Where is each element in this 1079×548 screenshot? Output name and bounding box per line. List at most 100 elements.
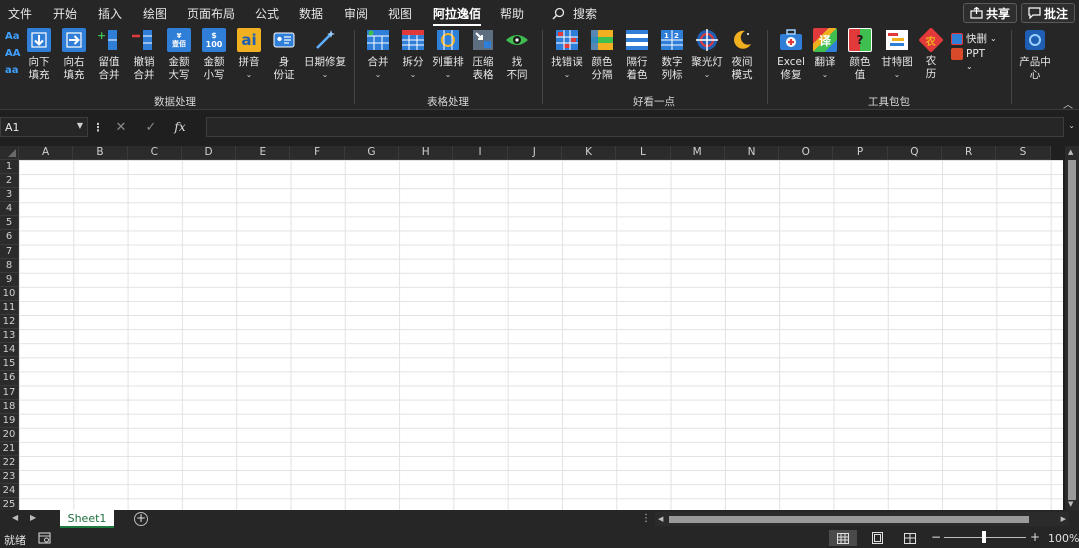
row-header-23[interactable]: 23 xyxy=(0,470,19,485)
fill-down-button[interactable]: 向下 填充 xyxy=(25,28,53,82)
vertical-scrollbar[interactable]: ▲ ▼ xyxy=(1065,146,1079,510)
column-header-a[interactable]: A xyxy=(19,146,74,160)
zoom-in-button[interactable]: + xyxy=(1030,530,1040,544)
row-header-8[interactable]: 8 xyxy=(0,258,19,273)
row-header-12[interactable]: 12 xyxy=(0,315,19,330)
scroll-down-icon[interactable]: ▼ xyxy=(1068,500,1073,508)
lunar-calendar-button[interactable]: 农 农 历 xyxy=(917,27,945,81)
column-header-f[interactable]: F xyxy=(290,146,345,160)
tab-insert[interactable]: 插入 xyxy=(98,5,122,22)
color-separate-button[interactable]: 颜色 分隔 xyxy=(588,28,616,82)
fill-right-button[interactable]: 向右 填充 xyxy=(60,28,88,82)
column-header-n[interactable]: N xyxy=(724,146,780,160)
zoom-out-button[interactable]: − xyxy=(931,530,941,544)
number-column-button[interactable]: 12 数字 列标 xyxy=(658,28,686,82)
translate-button[interactable]: 译 翻译 ⌄ xyxy=(811,28,839,80)
row-header-9[interactable]: 9 xyxy=(0,272,19,287)
row-header-24[interactable]: 24 xyxy=(0,484,19,499)
row-header-6[interactable]: 6 xyxy=(0,230,19,245)
tab-view[interactable]: 视图 xyxy=(388,5,412,22)
column-header-q[interactable]: Q xyxy=(887,146,943,160)
tab-data[interactable]: 数据 xyxy=(299,5,323,22)
column-header-r[interactable]: R xyxy=(942,146,997,160)
merge-button[interactable]: 合并 ⌄ xyxy=(364,28,392,80)
excel-repair-button[interactable]: Excel 修复 xyxy=(776,28,806,82)
row-header-15[interactable]: 15 xyxy=(0,357,19,372)
keep-merge-button[interactable]: + 留值 合并 xyxy=(95,28,123,82)
more-options-icon[interactable]: ⋮ xyxy=(90,121,106,134)
select-all-button[interactable] xyxy=(0,146,19,160)
collapse-ribbon-icon[interactable]: ︿ xyxy=(1063,96,1073,111)
name-box-chevron-down-icon[interactable]: ▼ xyxy=(77,121,83,130)
zoom-level[interactable]: 100% xyxy=(1048,532,1079,545)
alternate-row-color-button[interactable]: 隔行 着色 xyxy=(623,28,651,82)
row-header-3[interactable]: 3 xyxy=(0,188,19,203)
row-header-20[interactable]: 20 xyxy=(0,427,19,442)
row-header-17[interactable]: 17 xyxy=(0,385,19,400)
find-diff-button[interactable]: 找 不同 xyxy=(503,28,531,82)
ppt-chevron-down-icon[interactable]: ⌄ xyxy=(966,62,973,71)
column-rearrange-button[interactable]: 列重排 ⌄ xyxy=(432,28,464,80)
tab-review[interactable]: 审阅 xyxy=(344,5,368,22)
row-header-1[interactable]: 1 xyxy=(0,160,19,175)
amount-lower-button[interactable]: $ 100 金额 小写 xyxy=(200,28,228,82)
row-header-18[interactable]: 18 xyxy=(0,399,19,414)
search-box[interactable]: 搜索 xyxy=(552,4,597,22)
tab-help[interactable]: 帮助 xyxy=(500,5,524,22)
column-header-h[interactable]: H xyxy=(399,146,454,160)
scroll-right-icon[interactable]: ▶ xyxy=(1061,515,1066,523)
tab-home[interactable]: 开始 xyxy=(53,5,77,22)
formula-input[interactable] xyxy=(206,117,1064,137)
column-header-i[interactable]: I xyxy=(453,146,508,160)
expand-formula-chevron-icon[interactable]: ⌄ xyxy=(1068,121,1075,130)
color-value-button[interactable]: ? 颜色 值 xyxy=(846,28,874,82)
row-header-2[interactable]: 2 xyxy=(0,174,19,189)
compress-table-button[interactable]: 压缩 表格 xyxy=(469,28,497,82)
tab-file[interactable]: 文件 xyxy=(8,5,32,22)
quick-delete-button[interactable]: 快删 ⌄ xyxy=(951,31,997,46)
next-sheet-icon[interactable]: ▶ xyxy=(30,513,36,522)
lower-case-button[interactable]: aa xyxy=(5,65,20,77)
insert-function-icon[interactable]: fx xyxy=(166,120,194,134)
scroll-up-icon[interactable]: ▲ xyxy=(1068,148,1073,156)
tab-alayibai[interactable]: 阿拉逸佰 xyxy=(433,5,482,26)
cancel-icon[interactable]: ✕ xyxy=(106,120,136,135)
upper-case-button[interactable]: AA xyxy=(5,48,20,60)
share-button[interactable]: 共享 xyxy=(963,3,1018,23)
row-header-10[interactable]: 10 xyxy=(0,286,19,301)
tab-page-layout[interactable]: 页面布局 xyxy=(187,5,235,22)
row-header-4[interactable]: 4 xyxy=(0,202,19,217)
tab-formulas[interactable]: 公式 xyxy=(255,5,279,22)
row-header-13[interactable]: 13 xyxy=(0,329,19,344)
column-header-j[interactable]: J xyxy=(507,146,562,160)
row-header-7[interactable]: 7 xyxy=(0,244,19,259)
horizontal-scroll-thumb[interactable] xyxy=(669,516,1029,523)
page-layout-view-button[interactable] xyxy=(863,530,891,546)
night-mode-button[interactable]: 夜间 模式 xyxy=(728,28,756,82)
column-header-k[interactable]: K xyxy=(561,146,617,160)
pinyin-button[interactable]: ai 拼音 ⌄ xyxy=(235,28,263,80)
split-button[interactable]: 拆分 ⌄ xyxy=(399,28,427,80)
row-header-5[interactable]: 5 xyxy=(0,216,19,231)
undo-merge-button[interactable]: 撤销 合并 xyxy=(130,28,158,82)
row-header-21[interactable]: 21 xyxy=(0,441,19,456)
column-header-s[interactable]: S xyxy=(996,146,1051,160)
column-header-m[interactable]: M xyxy=(670,146,725,160)
column-header-c[interactable]: C xyxy=(127,146,182,160)
tab-split-handle-icon[interactable]: ⋮ xyxy=(641,513,651,524)
zoom-slider-knob[interactable] xyxy=(982,531,986,543)
row-header-14[interactable]: 14 xyxy=(0,343,19,358)
gantt-button[interactable]: 甘特图 ⌄ xyxy=(879,28,915,80)
column-header-e[interactable]: E xyxy=(236,146,291,160)
column-header-g[interactable]: G xyxy=(344,146,400,160)
column-header-b[interactable]: B xyxy=(73,146,128,160)
find-error-button[interactable]: 找错误 ⌄ xyxy=(550,28,584,80)
amount-upper-button[interactable]: ¥ 壹佰 金额 大写 xyxy=(165,28,193,82)
row-header-16[interactable]: 16 xyxy=(0,371,19,386)
row-header-19[interactable]: 19 xyxy=(0,413,19,428)
product-center-button[interactable]: 产品中 心 xyxy=(1017,28,1053,82)
column-header-d[interactable]: D xyxy=(181,146,237,160)
cell-area[interactable] xyxy=(19,160,1063,512)
column-header-l[interactable]: L xyxy=(616,146,671,160)
title-case-button[interactable]: Aa xyxy=(5,31,20,43)
